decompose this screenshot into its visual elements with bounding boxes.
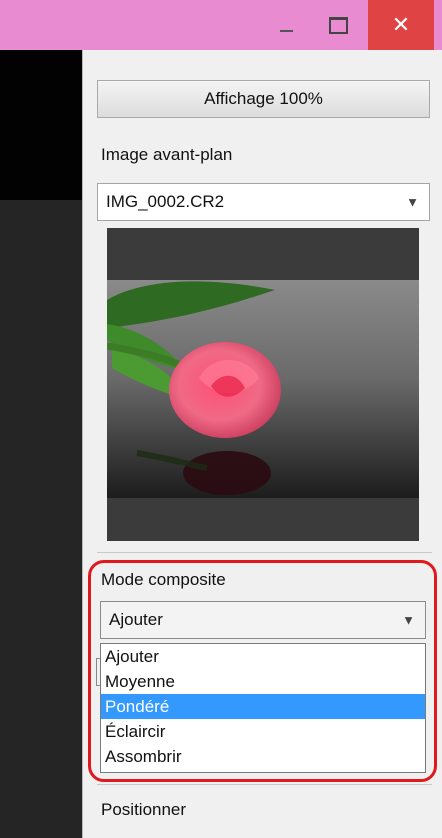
foreground-image-select[interactable]: IMG_0002.CR2 ▼ xyxy=(97,183,430,221)
close-icon: ✕ xyxy=(391,12,411,37)
left-panel xyxy=(0,50,82,838)
highlight-callout xyxy=(88,560,437,782)
left-panel-top xyxy=(0,50,82,200)
minimize-icon xyxy=(279,30,293,32)
minimize-button[interactable] xyxy=(266,0,306,50)
chevron-down-icon: ▼ xyxy=(406,194,419,210)
foreground-preview-image xyxy=(107,228,419,541)
rose-image xyxy=(107,228,419,541)
section-divider xyxy=(97,784,432,785)
zoom-100-button[interactable]: Affichage 100% xyxy=(97,80,430,118)
section-divider xyxy=(97,552,432,553)
maximize-button[interactable] xyxy=(318,0,358,50)
title-bar: ✕ xyxy=(0,0,442,50)
left-panel-body xyxy=(0,200,82,838)
close-button[interactable]: ✕ xyxy=(368,0,434,50)
position-label: Positionner xyxy=(101,800,187,819)
foreground-image-label: Image avant-plan xyxy=(101,145,233,164)
maximize-icon xyxy=(328,16,348,34)
foreground-image-value: IMG_0002.CR2 xyxy=(106,192,225,211)
